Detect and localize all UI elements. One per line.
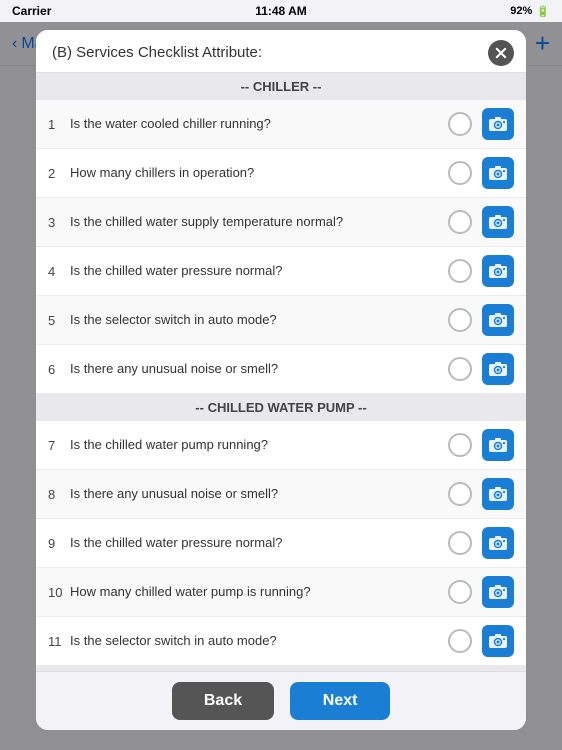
row-number: 10 <box>48 585 70 600</box>
checklist-row: 6Is there any unusual noise or smell? <box>36 345 526 394</box>
section-header-chilled-water-pump: -- CHILLED WATER PUMP -- <box>36 394 526 421</box>
row-number: 3 <box>48 215 70 230</box>
camera-button[interactable] <box>482 255 514 287</box>
row-number: 4 <box>48 264 70 279</box>
camera-icon <box>488 584 508 600</box>
radio-input[interactable] <box>448 259 472 283</box>
checklist-row: 5Is the selector switch in auto mode? <box>36 296 526 345</box>
modal-body[interactable]: -- CHILLER --1Is the water cooled chille… <box>36 73 526 671</box>
modal-header: (B) Services Checklist Attribute: <box>36 30 526 73</box>
camera-icon <box>488 263 508 279</box>
camera-button[interactable] <box>482 206 514 238</box>
radio-input[interactable] <box>448 531 472 555</box>
status-bar-right: 92% 🔋 <box>510 5 550 18</box>
row-text: Is the chilled water supply temperature … <box>70 214 448 231</box>
camera-icon <box>488 437 508 453</box>
radio-input[interactable] <box>448 580 472 604</box>
row-number: 6 <box>48 362 70 377</box>
checklist-row: 1Is the water cooled chiller running? <box>36 100 526 149</box>
radio-input[interactable] <box>448 629 472 653</box>
radio-input[interactable] <box>448 161 472 185</box>
row-text: Is the chilled water pump running? <box>70 437 448 454</box>
modal-footer: Back Next <box>36 671 526 730</box>
camera-button[interactable] <box>482 527 514 559</box>
camera-icon <box>488 361 508 377</box>
checklist-row: 7Is the chilled water pump running? <box>36 421 526 470</box>
back-button[interactable]: Back <box>172 682 274 720</box>
row-number: 7 <box>48 438 70 453</box>
row-number: 11 <box>48 634 70 649</box>
row-text: Is there any unusual noise or smell? <box>70 361 448 378</box>
camera-icon <box>488 486 508 502</box>
section-header-chiller: -- CHILLER -- <box>36 73 526 100</box>
camera-button[interactable] <box>482 429 514 461</box>
row-number: 8 <box>48 487 70 502</box>
checklist-row: 4Is the chilled water pressure normal? <box>36 247 526 296</box>
row-number: 5 <box>48 313 70 328</box>
camera-button[interactable] <box>482 625 514 657</box>
row-text: How many chilled water pump is running? <box>70 584 448 601</box>
modal-title: (B) Services Checklist Attribute: <box>52 44 262 61</box>
row-text: How many chillers in operation? <box>70 165 448 182</box>
close-button[interactable] <box>488 40 514 66</box>
camera-icon <box>488 312 508 328</box>
camera-icon <box>488 116 508 132</box>
battery-icon: 🔋 <box>536 5 550 18</box>
row-number: 1 <box>48 117 70 132</box>
radio-input[interactable] <box>448 210 472 234</box>
row-text: Is the chilled water pressure normal? <box>70 535 448 552</box>
row-text: Is the chilled water pressure normal? <box>70 263 448 280</box>
camera-button[interactable] <box>482 304 514 336</box>
next-button[interactable]: Next <box>290 682 390 720</box>
row-text: Is there any unusual noise or smell? <box>70 486 448 503</box>
row-number: 2 <box>48 166 70 181</box>
checklist-row: 10How many chilled water pump is running… <box>36 568 526 617</box>
camera-icon <box>488 535 508 551</box>
radio-input[interactable] <box>448 357 472 381</box>
row-number: 9 <box>48 536 70 551</box>
modal-dialog: (B) Services Checklist Attribute: -- CHI… <box>36 30 526 730</box>
checklist-row: 8Is there any unusual noise or smell? <box>36 470 526 519</box>
radio-input[interactable] <box>448 308 472 332</box>
camera-button[interactable] <box>482 157 514 189</box>
status-bar: Carrier 11:48 AM 92% 🔋 <box>0 0 562 22</box>
checklist-row: 11Is the selector switch in auto mode? <box>36 617 526 666</box>
checklist-row: 3Is the chilled water supply temperature… <box>36 198 526 247</box>
row-text: Is the selector switch in auto mode? <box>70 633 448 650</box>
camera-button[interactable] <box>482 108 514 140</box>
radio-input[interactable] <box>448 433 472 457</box>
camera-button[interactable] <box>482 353 514 385</box>
checklist-row: 2How many chillers in operation? <box>36 149 526 198</box>
camera-icon <box>488 165 508 181</box>
carrier-label: Carrier <box>12 4 51 18</box>
camera-button[interactable] <box>482 478 514 510</box>
row-text: Is the selector switch in auto mode? <box>70 312 448 329</box>
modal-overlay: (B) Services Checklist Attribute: -- CHI… <box>0 22 562 750</box>
battery-label: 92% <box>510 5 532 17</box>
camera-icon <box>488 633 508 649</box>
checklist-row: 9Is the chilled water pressure normal? <box>36 519 526 568</box>
camera-button[interactable] <box>482 576 514 608</box>
row-text: Is the water cooled chiller running? <box>70 116 448 133</box>
radio-input[interactable] <box>448 482 472 506</box>
time-label: 11:48 AM <box>255 4 307 18</box>
radio-input[interactable] <box>448 112 472 136</box>
camera-icon <box>488 214 508 230</box>
